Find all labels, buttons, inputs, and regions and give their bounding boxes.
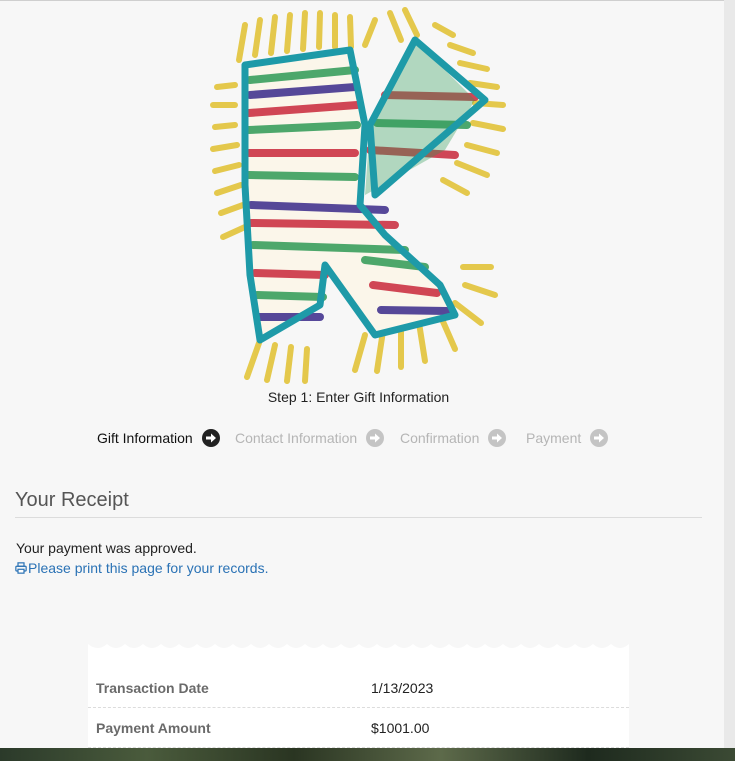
receipt-row-payment-amount: Payment Amount $1001.00 [88, 707, 629, 748]
print-page-link[interactable]: Please print this page for your records. [15, 560, 268, 576]
wizard-step-contact-information[interactable]: Contact Information [235, 428, 385, 448]
receipt-label: Payment Amount [96, 720, 211, 736]
receipt-row-transaction-date: Transaction Date 1/13/2023 [88, 667, 629, 708]
wizard-step-label: Contact Information [235, 430, 358, 446]
wizard-step-payment[interactable]: Payment [526, 428, 609, 448]
step-caption: Step 1: Enter Gift Information [267, 389, 450, 405]
desktop-background-strip [0, 748, 735, 761]
circle-arrow-right-icon [366, 429, 385, 447]
receipt-value: $1001.00 [371, 720, 430, 736]
receipt-label: Transaction Date [96, 680, 209, 696]
scarf-illustration [210, 7, 506, 384]
wizard-step-confirmation[interactable]: Confirmation [400, 428, 507, 448]
wizard-steps: Gift Information Contact Information Con… [0, 428, 717, 448]
print-link-text: Please print this page for your records. [28, 560, 269, 576]
circle-arrow-right-icon [201, 429, 220, 447]
printer-icon [15, 562, 27, 574]
receipt-card: Transaction Date 1/13/2023 Payment Amoun… [88, 640, 629, 761]
receipt-title: Your Receipt [15, 489, 129, 511]
receipt-paper: Transaction Date 1/13/2023 Payment Amoun… [88, 640, 629, 761]
approval-message: Your payment was approved. [16, 540, 197, 556]
wizard-step-label: Gift Information [97, 430, 193, 446]
circle-arrow-right-icon [488, 429, 507, 447]
scrollbar-track[interactable] [724, 0, 735, 761]
top-divider [0, 0, 735, 1]
circle-arrow-right-icon [590, 429, 609, 447]
receipt-value: 1/13/2023 [371, 680, 434, 696]
wizard-step-label: Payment [526, 430, 582, 446]
section-divider [15, 517, 702, 518]
wizard-step-gift-information[interactable]: Gift Information [97, 428, 221, 448]
torn-edge [88, 640, 629, 648]
wizard-step-label: Confirmation [400, 430, 480, 446]
